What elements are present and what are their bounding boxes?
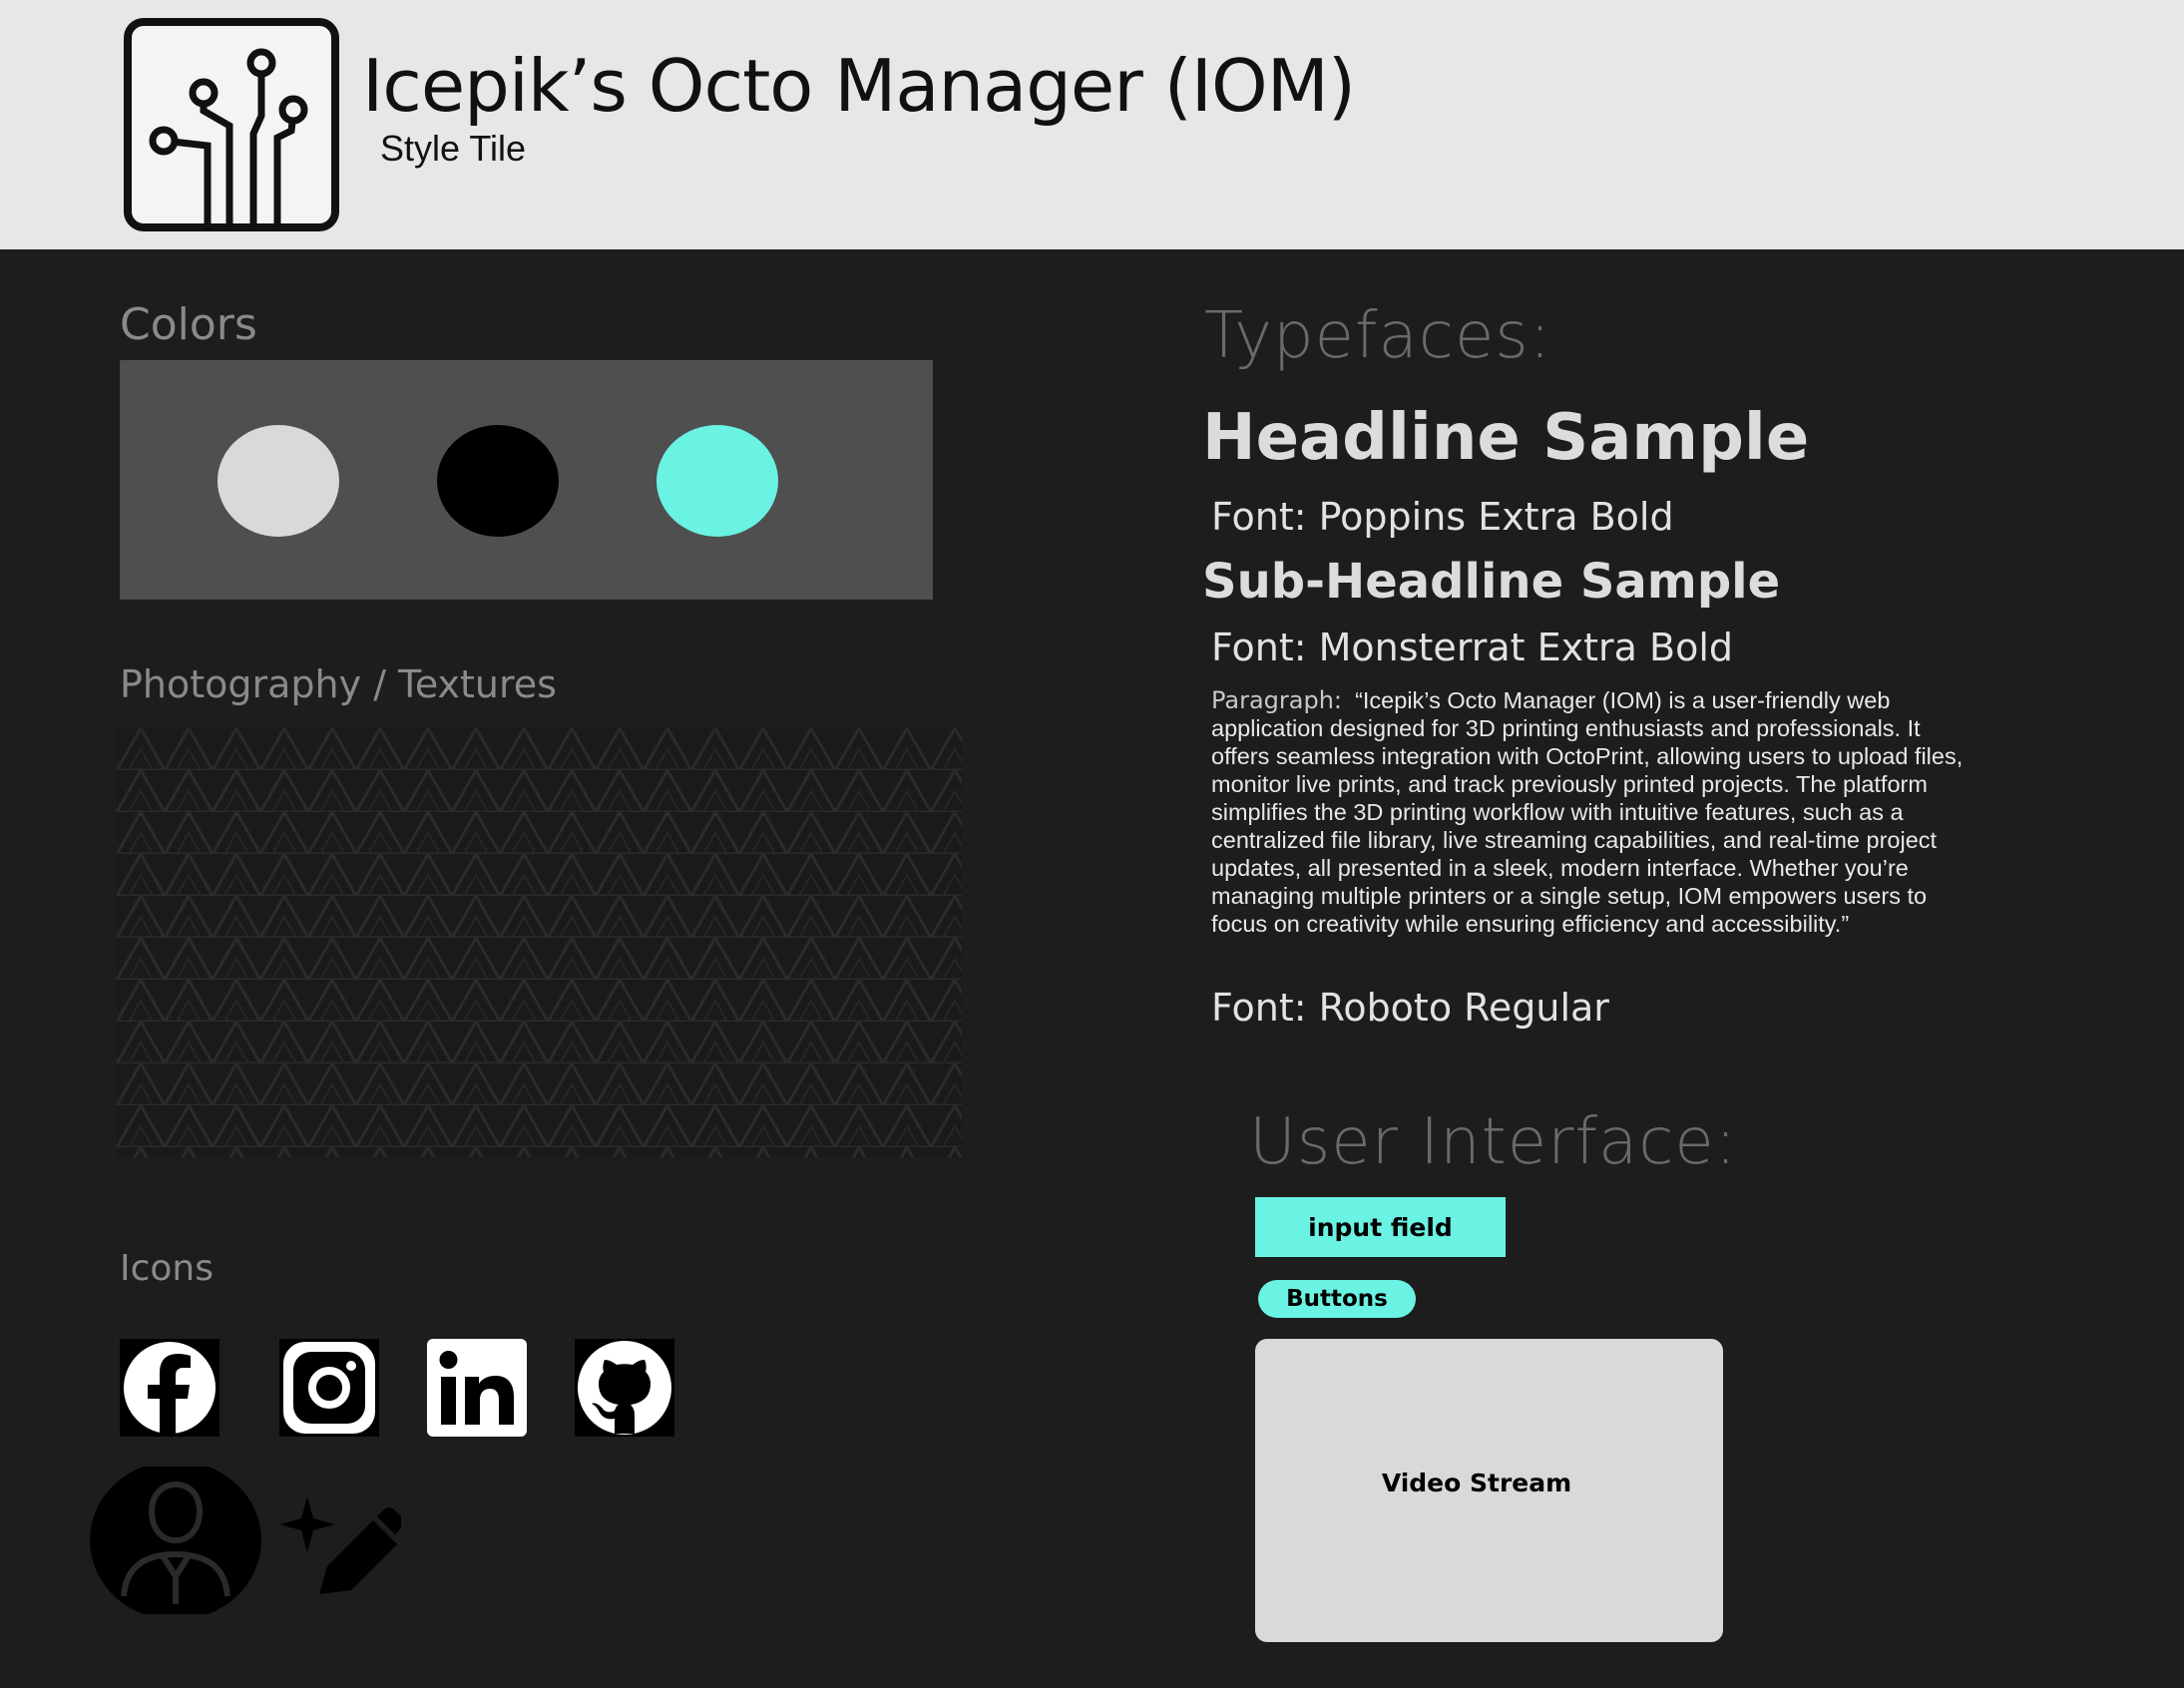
ai-edit-icon[interactable] (277, 1494, 401, 1602)
headline-font-label: Font: Poppins Extra Bold (1211, 495, 1674, 539)
paragraph-sample: Paragraph: “Icepik’s Octo Manager (IOM) … (1211, 686, 1969, 938)
texture-sample (117, 728, 962, 1157)
input-field[interactable]: input field (1255, 1197, 1506, 1257)
sample-button[interactable]: Buttons (1258, 1280, 1416, 1318)
subheadline-sample: Sub-Headline Sample (1202, 554, 1781, 610)
swatch-turquoise (656, 425, 778, 537)
photography-label: Photography / Textures (120, 662, 557, 706)
icons-label: Icons (120, 1248, 215, 1289)
paragraph-font-label: Font: Roboto Regular (1211, 986, 1609, 1030)
colors-panel (120, 360, 933, 600)
ui-heading: User Interface: (1249, 1105, 1738, 1179)
circuit-icon (124, 18, 339, 231)
subheadline-font-label: Font: Monsterrat Extra Bold (1211, 626, 1734, 669)
headline-sample: Headline Sample (1202, 401, 1810, 475)
video-stream-label: Video Stream (1381, 1469, 1572, 1497)
paragraph-label: Paragraph: (1211, 686, 1343, 714)
header: Icepik’s Octo Manager (IOM) Style Tile (0, 0, 2184, 249)
user-avatar-icon[interactable] (90, 1467, 261, 1614)
colors-label: Colors (120, 299, 257, 350)
app-subtitle: Style Tile (380, 128, 527, 169)
paragraph-text: “Icepik’s Octo Manager (IOM) is a user-f… (1211, 687, 1964, 937)
facebook-icon[interactable] (120, 1339, 219, 1437)
linkedin-icon[interactable] (427, 1339, 527, 1437)
swatch-black (437, 425, 559, 537)
typefaces-heading: Typefaces: (1204, 299, 1552, 373)
swatch-light-gray (218, 425, 339, 537)
github-icon[interactable] (575, 1339, 674, 1437)
video-stream[interactable]: Video Stream (1255, 1339, 1723, 1642)
app-title: Icepik’s Octo Manager (IOM) (362, 44, 1356, 128)
instagram-icon[interactable] (279, 1339, 379, 1437)
